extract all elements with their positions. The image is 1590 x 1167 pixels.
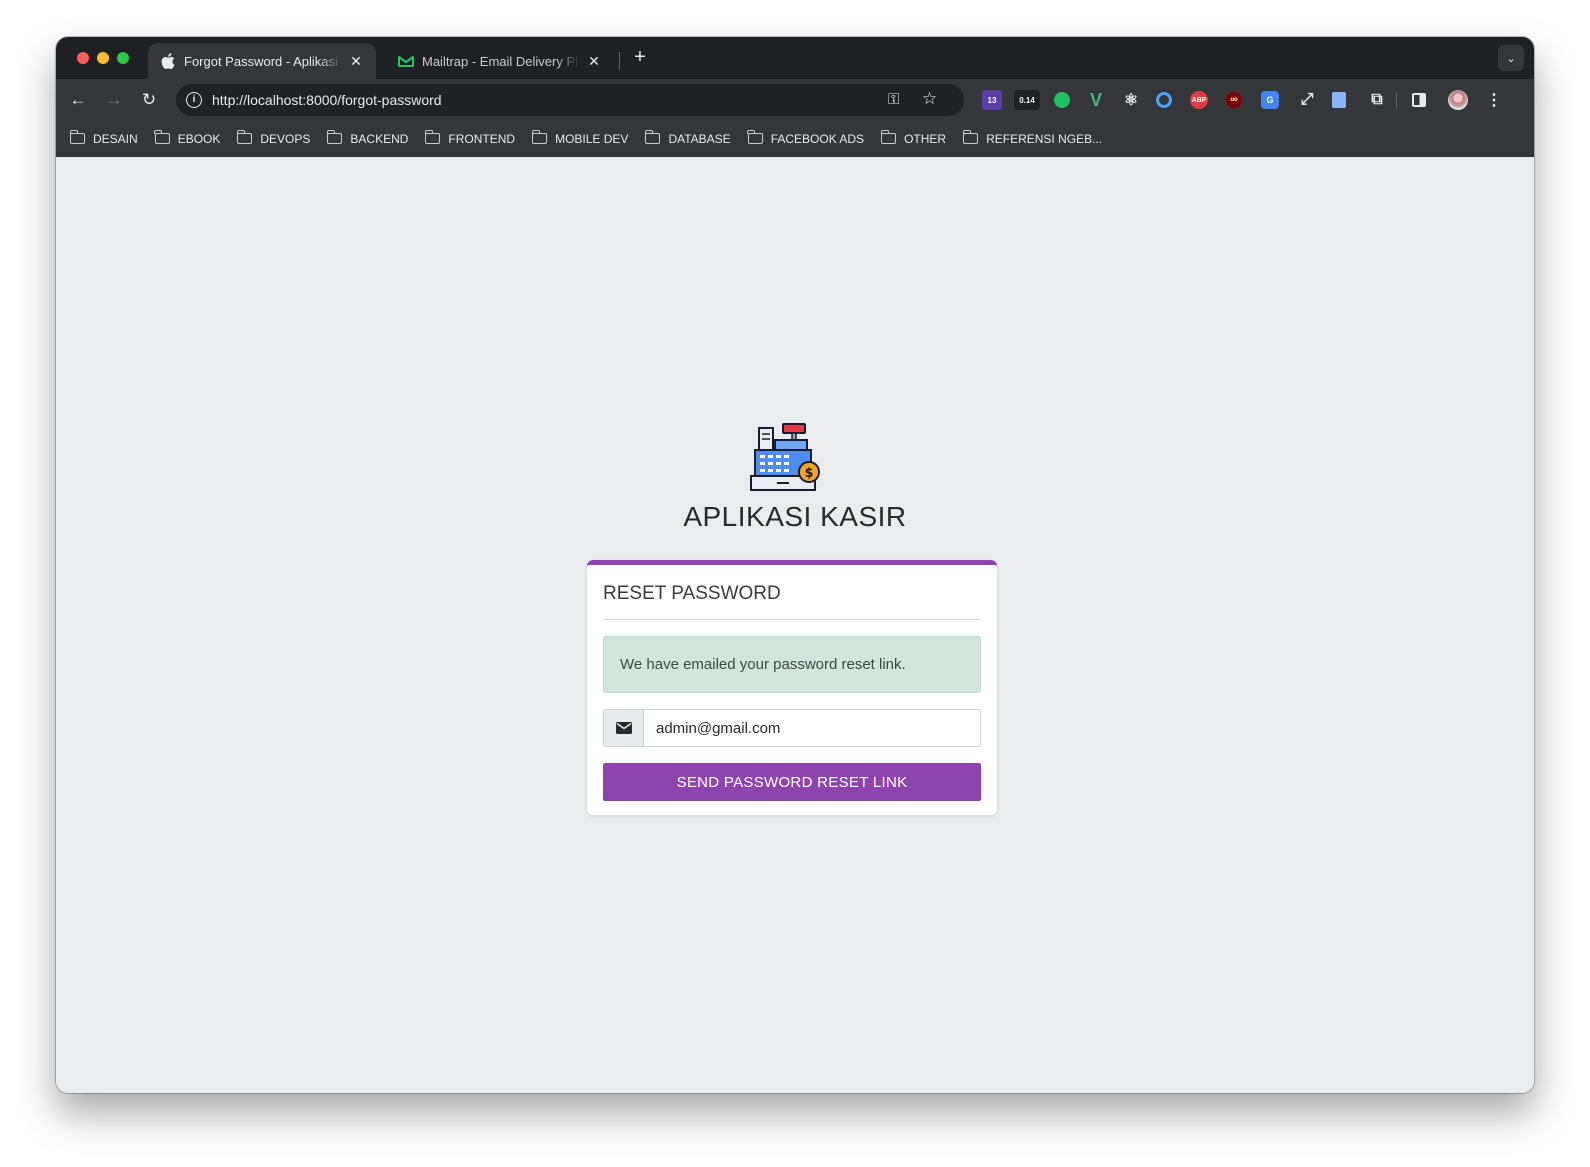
tab-strip: Forgot Password - Aplikasi Kasir ✕ Mailt…	[56, 37, 1534, 79]
bookmark-folder[interactable]: MOBILE DEV	[531, 130, 628, 146]
forward-arrow-icon[interactable]: →	[104, 90, 124, 110]
tab-search-icon[interactable]: ⌄	[1498, 45, 1524, 71]
document-extension-icon[interactable]	[1332, 92, 1346, 108]
close-tab-icon[interactable]: ✕	[586, 53, 602, 70]
app-title: APLIKASI KASIR	[683, 501, 907, 532]
folder-icon	[880, 130, 897, 144]
tab-forgot-password[interactable]: Forgot Password - Aplikasi Kasir ✕	[148, 43, 376, 79]
tab-title: Forgot Password - Aplikasi Kasir	[184, 53, 342, 69]
expand-icon[interactable]: ⤢	[1297, 90, 1317, 110]
page-content: $ APLIKASI KASIR RESET PASSWORD We have …	[56, 158, 1534, 1093]
reset-password-card: RESET PASSWORD We have emailed your pass…	[587, 560, 997, 815]
bookmark-folder[interactable]: EBOOK	[154, 130, 220, 146]
success-alert: We have emailed your password reset link…	[603, 636, 981, 693]
folder-icon	[424, 130, 441, 144]
back-arrow-icon[interactable]: ←	[68, 90, 88, 110]
bookmark-folder[interactable]: FACEBOOK ADS	[747, 130, 864, 146]
window-controls	[77, 52, 129, 64]
profile-avatar[interactable]	[1448, 90, 1468, 110]
green-dot-extension-icon[interactable]	[1054, 92, 1070, 108]
close-window-button[interactable]	[77, 52, 89, 64]
browser-toolbar: ← → ↻ i http://localhost:8000/forgot-pas…	[56, 79, 1534, 121]
ublock-origin-icon[interactable]: uo	[1226, 92, 1242, 108]
vue-devtools-icon[interactable]: V	[1086, 90, 1106, 110]
folder-icon	[69, 130, 85, 144]
bookmark-folder[interactable]: DEVOPS	[236, 130, 310, 146]
folder-icon	[962, 130, 979, 144]
extensions-puzzle-icon[interactable]: ⧉	[1367, 90, 1387, 110]
folder-icon	[326, 130, 343, 144]
folder-icon	[154, 130, 170, 144]
address-bar[interactable]: i http://localhost:8000/forgot-password …	[176, 84, 964, 116]
color-picker-icon[interactable]	[1156, 92, 1172, 108]
apple-icon	[160, 53, 176, 69]
bookmark-folder[interactable]: BACKEND	[326, 130, 408, 146]
folder-icon	[644, 130, 661, 144]
bookmarks-bar: DESAIN EBOOK DEVOPS BACKEND FRONTEND MOB…	[56, 121, 1534, 157]
kebab-menu-icon[interactable]: ⋮	[1484, 90, 1504, 110]
bookmark-folder[interactable]: DATABASE	[644, 130, 731, 146]
tab-separator	[619, 52, 620, 70]
tab-title: Mailtrap - Email Delivery Platform	[422, 53, 580, 69]
key-icon[interactable]: ⚿	[888, 91, 899, 108]
svg-text:$: $	[804, 466, 813, 481]
folder-icon	[747, 130, 763, 144]
adblock-plus-icon[interactable]: ABP	[1190, 91, 1208, 109]
tab-mailtrap[interactable]: Mailtrap - Email Delivery Platform ✕	[386, 43, 614, 79]
toolbar-separator	[1396, 93, 1397, 109]
card-divider	[603, 619, 981, 620]
minimize-window-button[interactable]	[97, 52, 109, 64]
send-reset-link-button[interactable]: SEND PASSWORD RESET LINK	[603, 763, 981, 801]
envelope-icon	[603, 709, 643, 747]
ext-13-icon[interactable]: 13	[982, 90, 1002, 110]
email-field[interactable]	[643, 709, 981, 747]
google-translate-icon[interactable]: G	[1261, 91, 1279, 109]
browser-window: Forgot Password - Aplikasi Kasir ✕ Mailt…	[56, 37, 1534, 1093]
bookmark-folder[interactable]: REFERENSI NGEB...	[962, 130, 1102, 146]
folder-icon	[531, 130, 548, 144]
bookmark-folder[interactable]: FRONTEND	[424, 130, 515, 146]
site-info-icon[interactable]: i	[186, 92, 202, 108]
ext-gauge-icon[interactable]: 0.14	[1014, 90, 1040, 110]
react-devtools-icon[interactable]: ⚛	[1121, 90, 1141, 110]
bookmark-star-icon[interactable]: ☆	[922, 89, 937, 109]
reload-icon[interactable]: ↻	[139, 90, 159, 110]
new-tab-button[interactable]: +	[628, 46, 652, 69]
email-input-group	[603, 709, 981, 747]
bookmark-folder[interactable]: OTHER	[880, 130, 946, 146]
cash-register-logo-icon: $	[750, 423, 820, 491]
url-text[interactable]: http://localhost:8000/forgot-password	[212, 92, 442, 108]
card-title: RESET PASSWORD	[603, 583, 781, 604]
mailtrap-icon	[398, 53, 414, 69]
bookmark-folder[interactable]: DESAIN	[69, 130, 138, 146]
folder-icon	[236, 130, 253, 144]
close-tab-icon[interactable]: ✕	[348, 53, 364, 70]
zoom-window-button[interactable]	[117, 52, 129, 64]
side-panel-icon[interactable]	[1412, 93, 1426, 107]
